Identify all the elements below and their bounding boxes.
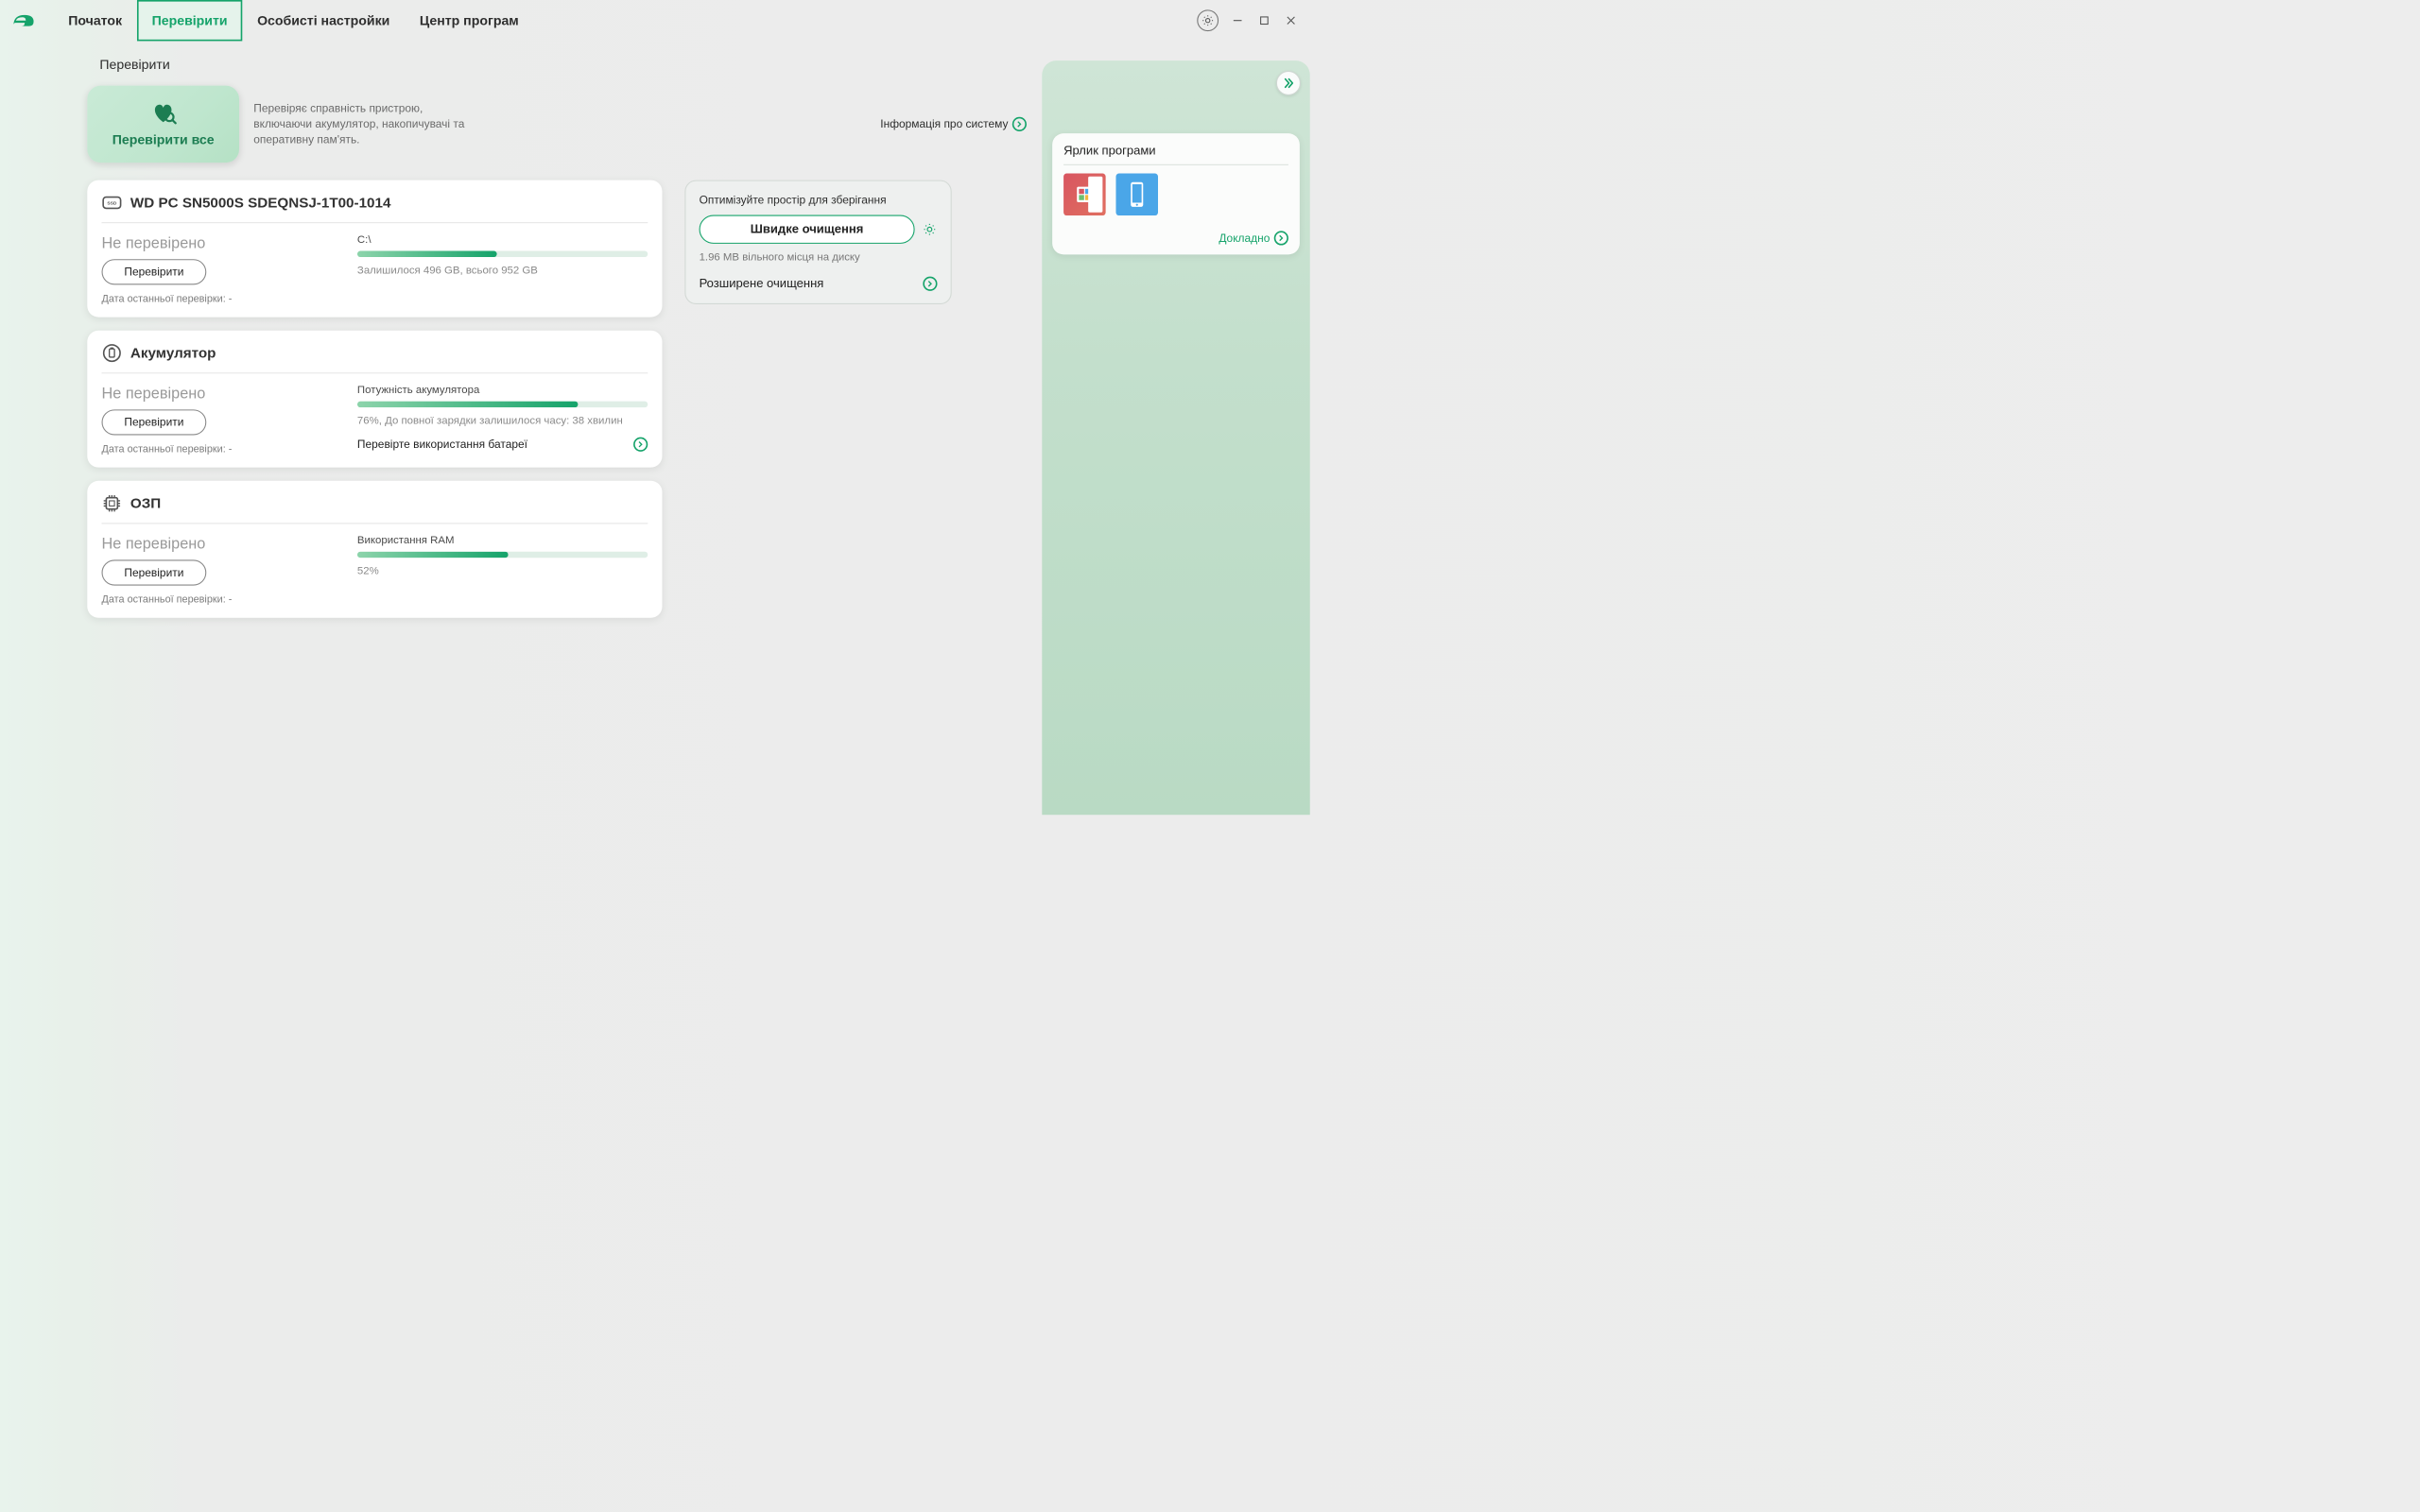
phone-icon: [1128, 181, 1147, 208]
ram-title: ОЗП: [130, 495, 161, 511]
battery-detail: 76%, До повної зарядки залишилося часу: …: [357, 415, 648, 427]
check-all-label: Перевірити все: [112, 132, 215, 148]
shortcut-tile-phone[interactable]: [1115, 174, 1158, 216]
ram-metric-label: Використання RAM: [357, 534, 648, 546]
ram-status: Не перевірено: [102, 535, 343, 552]
ram-card: ОЗП Не перевірено Перевірити Дата останн…: [87, 481, 662, 618]
system-info-label: Інформація про систему: [880, 117, 1008, 130]
battery-usage-label: Перевірте використання батареї: [357, 438, 527, 451]
storage-status: Не перевірено: [102, 234, 343, 251]
scissors-icon: [1076, 185, 1095, 204]
dock-collapse-button[interactable]: [1276, 71, 1301, 95]
storage-progress: [357, 251, 648, 258]
side-dock: Ярлик програми Докладно: [1042, 60, 1309, 815]
storage-card: SSD WD PC SN5000S SDEQNSJ-1T00-1014 Не п…: [87, 180, 662, 318]
battery-metric-label: Потужність акумулятора: [357, 384, 648, 396]
chevron-right-icon: [1274, 231, 1288, 245]
quick-clean-button[interactable]: Швидке очищення: [700, 215, 915, 244]
svg-text:SSD: SSD: [107, 201, 117, 207]
settings-button[interactable]: [1197, 9, 1219, 31]
ssd-icon: SSD: [102, 193, 123, 214]
nav-tab-appcenter[interactable]: Центр програм: [405, 0, 533, 41]
battery-progress-fill: [357, 402, 579, 408]
maximize-button[interactable]: [1256, 13, 1271, 28]
storage-detail: Залишилося 496 GB, всього 952 GB: [357, 265, 648, 277]
optimise-free-space: 1.96 MB вільного місця на диску: [700, 251, 938, 264]
storage-title: WD PC SN5000S SDEQNSJ-1T00-1014: [130, 195, 390, 211]
shortcut-card: Ярлик програми Докладно: [1052, 133, 1300, 254]
ram-detail: 52%: [357, 565, 648, 577]
battery-usage-link[interactable]: Перевірте використання батареї: [357, 434, 648, 451]
acer-logo-icon: [10, 8, 37, 34]
advanced-clean-label: Розширене очищення: [700, 277, 824, 291]
ram-progress: [357, 552, 648, 558]
nav-tab-check[interactable]: Перевірити: [137, 0, 242, 41]
battery-card: Акумулятор Не перевірено Перевірити Дата…: [87, 331, 662, 468]
optimise-settings-button[interactable]: [922, 222, 937, 237]
close-icon: [1286, 15, 1296, 26]
ram-last-check: Дата останньої перевірки: -: [102, 593, 343, 605]
storage-last-check: Дата останньої перевірки: -: [102, 293, 343, 304]
optimise-title: Оптимізуйте простір для зберігання: [700, 194, 938, 207]
app-logo: [8, 4, 41, 37]
battery-check-button[interactable]: Перевірити: [102, 409, 207, 435]
gear-icon: [923, 223, 936, 236]
shortcut-more-link[interactable]: Докладно: [1063, 231, 1288, 245]
nav-tab-personal[interactable]: Особисті настройки: [242, 0, 405, 41]
battery-icon: [102, 343, 123, 364]
chevrons-right-icon: [1282, 77, 1294, 89]
shortcut-tile-snipping[interactable]: [1063, 174, 1106, 216]
battery-progress: [357, 402, 648, 408]
ram-progress-fill: [357, 552, 509, 558]
main-nav: Початок Перевірити Особисті настройки Це…: [53, 0, 533, 41]
chip-icon: [102, 493, 123, 514]
window-controls: [1197, 9, 1306, 31]
battery-title: Акумулятор: [130, 345, 216, 361]
shortcut-more-label: Докладно: [1219, 232, 1270, 245]
storage-drive-label: C:\: [357, 233, 648, 246]
storage-check-button[interactable]: Перевірити: [102, 259, 207, 284]
close-button[interactable]: [1284, 13, 1299, 28]
ram-check-button[interactable]: Перевірити: [102, 559, 207, 585]
chevron-right-icon: [1012, 117, 1027, 131]
battery-last-check: Дата останньої перевірки: -: [102, 443, 343, 455]
minimize-icon: [1233, 15, 1243, 26]
shortcut-title: Ярлик програми: [1063, 144, 1288, 165]
storage-progress-fill: [357, 251, 497, 258]
gear-icon: [1201, 14, 1214, 26]
system-info-link[interactable]: Інформація про систему: [880, 117, 1027, 131]
top-bar: Початок Перевірити Особисті настройки Це…: [0, 0, 1314, 41]
nav-tab-home[interactable]: Початок: [53, 0, 136, 41]
maximize-icon: [1259, 15, 1270, 26]
heart-search-icon: [148, 100, 177, 128]
page-title: Перевірити: [87, 57, 1046, 73]
chevron-right-icon: [923, 277, 937, 291]
chevron-right-icon: [633, 438, 648, 452]
hero-description: Перевіряє справність пристрою, включаючи…: [253, 100, 474, 147]
advanced-clean-link[interactable]: Розширене очищення: [700, 273, 938, 290]
minimize-button[interactable]: [1230, 13, 1245, 28]
check-all-card[interactable]: Перевірити все: [87, 86, 239, 163]
battery-status: Не перевірено: [102, 385, 343, 402]
optimise-card: Оптимізуйте простір для зберігання Швидк…: [684, 180, 951, 304]
